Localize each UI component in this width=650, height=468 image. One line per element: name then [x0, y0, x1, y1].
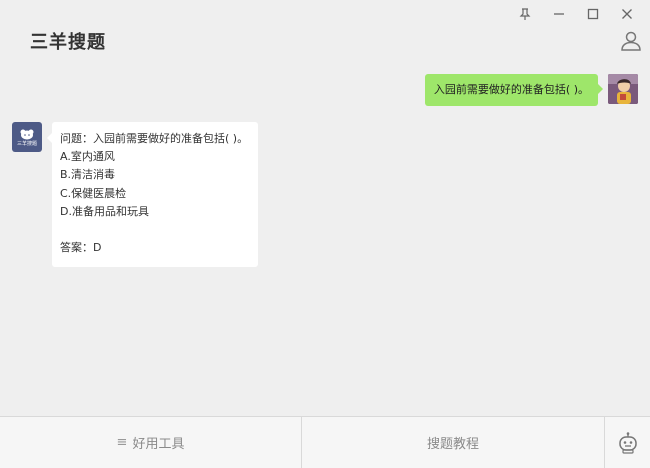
outgoing-bubble: 入园前需要做好的准备包括( )。 — [424, 74, 604, 106]
app-title: 三羊搜题 — [30, 32, 106, 53]
sheep-icon — [20, 129, 34, 139]
bot-avatar-label: 三羊搜题 — [16, 140, 37, 147]
window-controls — [508, 4, 644, 24]
option-b: B.清洁消毒 — [60, 168, 116, 182]
tools-label: 好用工具 — [132, 437, 185, 452]
tutorial-label: 搜题教程 — [426, 437, 479, 452]
pin-icon[interactable] — [508, 4, 542, 24]
user-avatar[interactable] — [608, 74, 638, 104]
maximize-icon[interactable] — [576, 4, 610, 24]
robot-icon — [618, 431, 637, 454]
user-icon[interactable] — [620, 30, 642, 52]
robot-button[interactable] — [605, 417, 650, 468]
option-a: A.室内通风 — [60, 150, 115, 164]
question-text: 问题：入园前需要做好的准备包括( )。 — [60, 132, 249, 145]
answer-text: 答案：D — [60, 241, 102, 255]
incoming-message: 三羊搜题 问题：入园前需要做好的准备包括( )。 A.室内通风 B.清洁消毒 C… — [12, 122, 258, 268]
bottom-toolbar: ≡ 好用工具 搜题教程 — [0, 416, 650, 468]
menu-icon: ≡ — [116, 435, 128, 450]
tools-button[interactable]: ≡ 好用工具 — [0, 417, 302, 468]
bot-avatar[interactable]: 三羊搜题 — [12, 122, 42, 152]
app-window: 三羊搜题 入园前需要做好的准备包括( )。 三羊搜题 问题：入园前需要做好的准备… — [0, 0, 650, 468]
close-icon[interactable] — [610, 4, 644, 24]
option-d: D.准备用品和玩具 — [60, 204, 149, 218]
tutorial-button[interactable]: 搜题教程 — [302, 417, 605, 468]
outgoing-message: 入园前需要做好的准备包括( )。 — [424, 74, 638, 106]
minimize-icon[interactable] — [542, 4, 576, 24]
chat-area[interactable]: 入园前需要做好的准备包括( )。 三羊搜题 问题：入园前需要做好的准备包括()… — [0, 60, 650, 416]
answer-bubble: 问题：入园前需要做好的准备包括( )。 A.室内通风 B.清洁消毒 C.保健医晨… — [47, 122, 258, 268]
option-c: C.保健医晨检 — [60, 186, 127, 200]
